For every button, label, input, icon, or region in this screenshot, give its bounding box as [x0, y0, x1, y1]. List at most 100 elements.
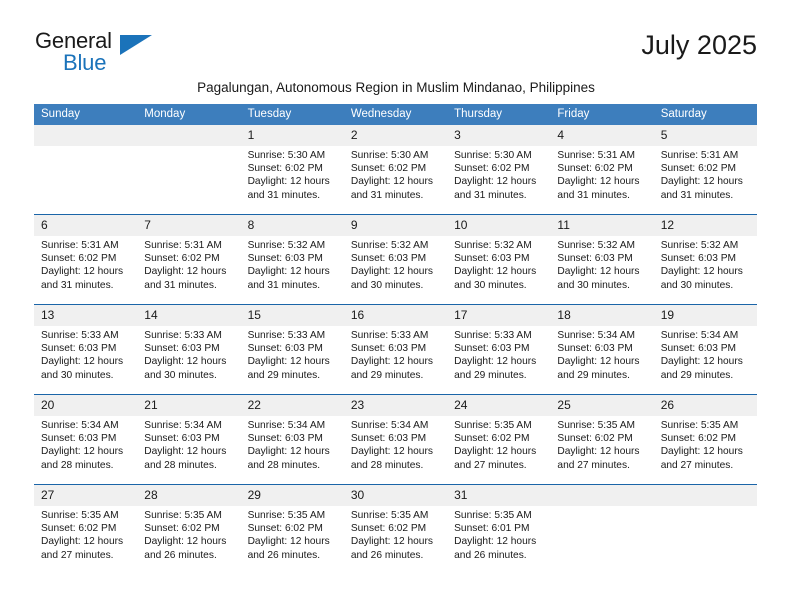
calendar-day-cell[interactable]: 11 Sunrise: 5:32 AM Sunset: 6:03 PM Dayligh… — [550, 214, 654, 305]
sunset-text: Sunset: 6:02 PM — [41, 253, 117, 265]
daylight-text: Daylight: 12 hours and 29 minutes. — [454, 356, 537, 381]
calendar-day-cell[interactable]: 18 Sunrise: 5:34 AM Sunset: 6:03 PM Dayligh… — [550, 304, 654, 395]
daylight-text: Daylight: 12 hours and 30 minutes. — [350, 266, 433, 291]
day-number: 6 — [34, 215, 138, 236]
sunrise-text: Sunrise: 5:34 AM — [557, 330, 635, 341]
calendar-day-cell[interactable]: 28 Sunrise: 5:35 AM Sunset: 6:02 PM Dayligh… — [137, 484, 241, 574]
sunrise-text: Sunrise: 5:34 AM — [41, 420, 119, 431]
sunrise-text: Sunrise: 5:30 AM — [350, 150, 429, 161]
day-number: 16 — [343, 305, 448, 326]
sunset-text: Sunset: 6:02 PM — [247, 163, 323, 175]
sunset-text: Sunset: 6:02 PM — [660, 163, 737, 175]
calendar-day-cell[interactable]: 4 Sunrise: 5:31 AM Sunset: 6:02 PM Daylight… — [550, 125, 654, 215]
daylight-text: Daylight: 12 hours and 30 minutes. — [454, 266, 537, 291]
day-sun-info: Sunrise: 5:34 AM Sunset: 6:03 PM Daylight:… — [550, 326, 653, 382]
sunrise-text: Sunrise: 5:33 AM — [247, 330, 326, 341]
calendar-week-row: 27 Sunrise: 5:35 AM Sunset: 6:02 PM Dayligh… — [34, 484, 757, 574]
calendar-day-cell[interactable]: 23 Sunrise: 5:34 AM Sunset: 6:03 PM Dayligh… — [343, 394, 448, 485]
day-sun-info: Sunrise: 5:34 AM Sunset: 6:03 PM Daylight:… — [34, 416, 137, 472]
sunrise-text: Sunrise: 5:35 AM — [660, 420, 739, 431]
day-number: 3 — [447, 125, 551, 146]
calendar-day-cell[interactable]: 10 Sunrise: 5:32 AM Sunset: 6:03 PM Dayligh… — [447, 214, 551, 305]
calendar-day-cell[interactable]: 14 Sunrise: 5:33 AM Sunset: 6:03 PM Dayligh… — [137, 304, 241, 395]
day-sun-info: Sunrise: 5:30 AM Sunset: 6:02 PM Daylight:… — [447, 146, 550, 202]
day-number: 20 — [34, 395, 138, 416]
day-sun-info: Sunrise: 5:32 AM Sunset: 6:03 PM Daylight:… — [550, 236, 653, 292]
weekday-header-thursday: Thursday — [447, 104, 551, 125]
day-number: 23 — [343, 395, 448, 416]
sunrise-text: Sunrise: 5:33 AM — [454, 330, 532, 341]
calendar-day-cell[interactable]: 26 Sunrise: 5:35 AM Sunset: 6:02 PM Dayligh… — [653, 394, 757, 485]
sunset-text: Sunset: 6:03 PM — [660, 343, 737, 355]
calendar-day-cell[interactable]: 12 Sunrise: 5:32 AM Sunset: 6:03 PM Dayligh… — [653, 214, 757, 305]
sunrise-text: Sunrise: 5:34 AM — [350, 420, 429, 431]
sunset-text: Sunset: 6:02 PM — [660, 433, 737, 445]
weekday-header-friday: Friday — [550, 104, 654, 125]
daylight-text: Daylight: 12 hours and 31 minutes. — [454, 176, 537, 201]
sunrise-text: Sunrise: 5:31 AM — [557, 150, 635, 161]
day-number: 31 — [447, 485, 551, 506]
day-number — [653, 485, 757, 506]
day-sun-info: Sunrise: 5:34 AM Sunset: 6:03 PM Daylight:… — [344, 416, 447, 472]
sunrise-text: Sunrise: 5:32 AM — [350, 240, 429, 251]
calendar-day-cell[interactable]: 20 Sunrise: 5:34 AM Sunset: 6:03 PM Dayligh… — [34, 394, 138, 485]
calendar-page: General Blue July 2025 Pagalungan, Auton… — [0, 0, 792, 612]
sunset-text: Sunset: 6:02 PM — [557, 163, 633, 175]
day-sun-info: Sunrise: 5:33 AM Sunset: 6:03 PM Daylight:… — [241, 326, 344, 382]
daylight-text: Daylight: 12 hours and 26 minutes. — [247, 536, 330, 561]
day-number — [137, 125, 241, 146]
calendar-day-cell[interactable]: 17 Sunrise: 5:33 AM Sunset: 6:03 PM Dayligh… — [447, 304, 551, 395]
sunrise-text: Sunrise: 5:32 AM — [247, 240, 326, 251]
calendar-day-cell[interactable]: 27 Sunrise: 5:35 AM Sunset: 6:02 PM Dayligh… — [34, 484, 138, 574]
day-sun-info: Sunrise: 5:33 AM Sunset: 6:03 PM Daylight:… — [447, 326, 550, 382]
day-number — [34, 125, 138, 146]
calendar-day-cell[interactable]: 31 Sunrise: 5:35 AM Sunset: 6:01 PM Dayligh… — [447, 484, 551, 574]
sunrise-text: Sunrise: 5:32 AM — [454, 240, 532, 251]
calendar-day-cell[interactable]: 30 Sunrise: 5:35 AM Sunset: 6:02 PM Dayligh… — [343, 484, 448, 574]
daylight-text: Daylight: 12 hours and 31 minutes. — [247, 176, 330, 201]
day-sun-info: Sunrise: 5:32 AM Sunset: 6:03 PM Daylight:… — [654, 236, 757, 292]
sunset-text: Sunset: 6:02 PM — [144, 523, 220, 535]
day-number: 13 — [34, 305, 138, 326]
calendar-day-cell[interactable]: 19 Sunrise: 5:34 AM Sunset: 6:03 PM Dayligh… — [653, 304, 757, 395]
calendar-day-cell[interactable]: 16 Sunrise: 5:33 AM Sunset: 6:03 PM Dayligh… — [343, 304, 448, 395]
day-sun-info: Sunrise: 5:32 AM Sunset: 6:03 PM Daylight:… — [344, 236, 447, 292]
sunrise-text: Sunrise: 5:35 AM — [557, 420, 635, 431]
day-number: 29 — [240, 485, 344, 506]
calendar-day-cell[interactable]: 29 Sunrise: 5:35 AM Sunset: 6:02 PM Dayligh… — [240, 484, 344, 574]
day-number — [550, 485, 654, 506]
day-number: 15 — [240, 305, 344, 326]
calendar-day-cell[interactable]: 8 Sunrise: 5:32 AM Sunset: 6:03 PM Daylight… — [240, 214, 344, 305]
daylight-text: Daylight: 12 hours and 27 minutes. — [41, 536, 124, 561]
sunset-text: Sunset: 6:02 PM — [41, 523, 117, 535]
day-sun-info: Sunrise: 5:34 AM Sunset: 6:03 PM Daylight:… — [654, 326, 757, 382]
calendar-day-cell[interactable]: 3 Sunrise: 5:30 AM Sunset: 6:02 PM Daylight… — [447, 125, 551, 215]
calendar-day-cell[interactable]: 15 Sunrise: 5:33 AM Sunset: 6:03 PM Dayligh… — [240, 304, 344, 395]
calendar-day-cell[interactable]: 6 Sunrise: 5:31 AM Sunset: 6:02 PM Daylight… — [34, 214, 138, 305]
calendar-day-cell[interactable]: 7 Sunrise: 5:31 AM Sunset: 6:02 PM Daylight… — [137, 214, 241, 305]
calendar-table: Sunday Monday Tuesday Wednesday Thursday Frid… — [34, 104, 757, 574]
calendar-day-cell[interactable]: 2 Sunrise: 5:30 AM Sunset: 6:02 PM Daylight… — [343, 125, 448, 215]
calendar-day-cell[interactable]: 9 Sunrise: 5:32 AM Sunset: 6:03 PM Daylight… — [343, 214, 448, 305]
calendar-day-cell[interactable]: 21 Sunrise: 5:34 AM Sunset: 6:03 PM Dayligh… — [137, 394, 241, 485]
weekday-header-monday: Monday — [137, 104, 241, 125]
daylight-text: Daylight: 12 hours and 29 minutes. — [350, 356, 433, 381]
daylight-text: Daylight: 12 hours and 28 minutes. — [144, 446, 227, 471]
calendar-day-cell[interactable]: 13 Sunrise: 5:33 AM Sunset: 6:03 PM Dayligh… — [34, 304, 138, 395]
sunrise-text: Sunrise: 5:35 AM — [350, 510, 429, 521]
page-title: July 2025 — [641, 30, 757, 60]
triangle-flag-icon — [120, 35, 152, 55]
sunrise-text: Sunrise: 5:33 AM — [41, 330, 119, 341]
generalblue-logo: General Blue — [35, 28, 165, 75]
daylight-text: Daylight: 12 hours and 31 minutes. — [41, 266, 124, 291]
calendar-day-cell[interactable]: 5 Sunrise: 5:31 AM Sunset: 6:02 PM Daylight… — [653, 125, 757, 215]
calendar-week-row: 13 Sunrise: 5:33 AM Sunset: 6:03 PM Dayligh… — [34, 304, 757, 395]
calendar-day-cell[interactable]: 1 Sunrise: 5:30 AM Sunset: 6:02 PM Daylight… — [240, 125, 344, 215]
day-sun-info: Sunrise: 5:35 AM Sunset: 6:02 PM Daylight:… — [447, 416, 550, 472]
calendar-day-cell[interactable]: 22 Sunrise: 5:34 AM Sunset: 6:03 PM Dayligh… — [240, 394, 344, 485]
day-sun-info: Sunrise: 5:32 AM Sunset: 6:03 PM Daylight:… — [447, 236, 550, 292]
calendar-day-cell[interactable]: 24 Sunrise: 5:35 AM Sunset: 6:02 PM Dayligh… — [447, 394, 551, 485]
calendar-day-cell[interactable]: 25 Sunrise: 5:35 AM Sunset: 6:02 PM Dayligh… — [550, 394, 654, 485]
sunrise-text: Sunrise: 5:35 AM — [247, 510, 326, 521]
daylight-text: Daylight: 12 hours and 27 minutes. — [557, 446, 640, 471]
